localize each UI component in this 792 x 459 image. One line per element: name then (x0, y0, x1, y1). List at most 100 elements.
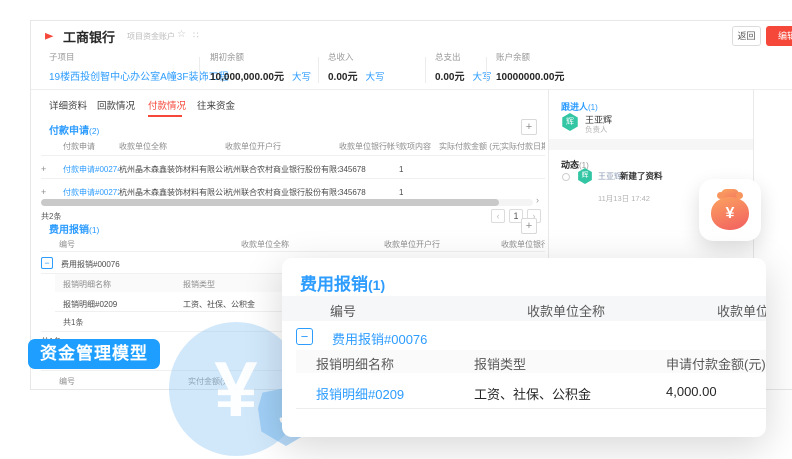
divider (31, 89, 792, 90)
cell-company: 杭州晶木森鑫装饰材料有限公司 (119, 164, 225, 175)
field-value: 10000000.00元 (496, 72, 564, 83)
field-label: 账户余额 (496, 51, 564, 63)
payment-record-link[interactable]: 付款申请#00272 (63, 188, 119, 197)
tab-funds[interactable]: 往来资金 (197, 98, 235, 112)
cell-expense-type: 工资、社保、公积金 (474, 384, 591, 403)
field-label: 总支出 (435, 51, 491, 63)
subproject-link[interactable]: 19楼西投创智中心办公室A幢3F装饰工程 (49, 72, 228, 83)
field-value: 0.00元 (328, 72, 357, 83)
fullscreen-icon[interactable]: ∷ (193, 30, 199, 41)
screenshot-stage: ▶ 工商银行 项目资金账户 ☆ ∷ 返回 编辑 子项目 19楼西投创智中心办公室… (0, 0, 792, 459)
cell-content: 1 (399, 188, 439, 197)
cell-account: 345678 (339, 165, 399, 174)
activity-user[interactable]: 王亚辉 (598, 171, 622, 182)
avatar[interactable]: 辉 (561, 113, 579, 131)
cell-account: 345678 (339, 188, 399, 197)
column-header: 报销类型 (474, 354, 526, 373)
column-header: 收款单位全称 (241, 239, 289, 250)
column-header: 实际付款日期 (501, 141, 545, 152)
money-bag-glyph: ¥ (711, 189, 749, 231)
scrollbar-thumb[interactable] (41, 199, 499, 206)
add-payment-button[interactable]: + (521, 119, 537, 135)
activity-action: 新建了资料 (620, 170, 663, 182)
collapse-row-icon[interactable]: − (41, 257, 53, 269)
caps-link[interactable]: 大写 (365, 72, 384, 83)
back-button[interactable]: 返回 (732, 26, 761, 46)
record-type-label: 项目资金账户 (127, 31, 175, 42)
cell-company: 杭州晶木森鑫装饰材料有限公司 (119, 187, 225, 198)
tab-receipts[interactable]: 回款情况 (97, 98, 135, 112)
edit-button[interactable]: 编辑 (766, 26, 792, 46)
activity-time: 11月13日 17:42 (598, 193, 650, 204)
horizontal-scrollbar[interactable] (41, 199, 533, 206)
field-value: 0.00元 (435, 72, 464, 83)
watermark-yen-icon: ¥ (214, 344, 257, 435)
field-label: 子项目 (49, 51, 228, 63)
collapse-row-icon[interactable]: − (296, 328, 313, 345)
record-count: 共1条 (63, 317, 83, 328)
page-title: 工商银行 (63, 27, 115, 46)
column-header: 编号 (59, 239, 75, 250)
field-label: 期初余额 (210, 51, 311, 63)
column-header: 申请付款金额(元) (666, 354, 766, 373)
divider (41, 178, 545, 179)
column-header: 实际付款金额 (元) (439, 141, 501, 152)
caps-link[interactable]: 大写 (472, 72, 491, 83)
divider (486, 57, 487, 83)
column-header: 款项内容 (399, 141, 439, 152)
field-total-income: 总收入 0.00元大写 (328, 51, 384, 85)
expense-detail-link[interactable]: 报销明细#0209 (316, 384, 404, 403)
expand-row-icon[interactable]: + (41, 187, 63, 197)
column-header: 收款单位开户行 (384, 239, 440, 250)
money-bag-icon[interactable]: ¥ (699, 179, 761, 241)
column-header: 收款单位银行帐号 (339, 141, 399, 152)
cell-content: 1 (399, 165, 439, 174)
payment-table-header: 付款申请 收款单位全称 收款单位开户行 收款单位银行帐号 款项内容 实际付款金额… (41, 135, 545, 157)
column-header: 报销明细名称 (63, 279, 111, 290)
prev-page-icon[interactable]: ‹ (491, 209, 505, 223)
field-value: 10,000,000.00元 (210, 72, 284, 83)
column-header: 编号 (330, 301, 356, 320)
field-subproject: 子项目 19楼西投创智中心办公室A幢3F装饰工程 (49, 51, 228, 85)
column-header: 付款申请 (63, 141, 119, 152)
expense-record-link[interactable]: 费用报销#00076 (332, 329, 427, 348)
panel-title: 费用报销(1) (300, 270, 385, 295)
add-expense-button[interactable]: + (521, 218, 537, 234)
field-total-expense: 总支出 0.00元大写 (435, 51, 491, 85)
tab-detail[interactable]: 详细资料 (49, 98, 87, 112)
divider (199, 57, 200, 83)
model-badge: 资金管理模型 (28, 339, 160, 369)
star-icon[interactable]: ☆ (177, 29, 186, 40)
column-header: 收款单位银行帐号 (501, 239, 545, 250)
field-opening-balance: 期初余额 10,000,000.00元大写 (210, 51, 311, 85)
cell-bank: 杭州联合农村商业银行股份有限公司半山支行 (225, 164, 339, 175)
cell-amount: 4,000.00 (666, 384, 717, 399)
column-header: 收款单位开户行 (717, 301, 766, 320)
column-header: 报销类型 (183, 279, 215, 290)
tab-payments[interactable]: 付款情况 (148, 98, 186, 112)
cell-bank: 杭州联合农村商业银行股份有限公司半山支行 (225, 187, 339, 198)
app-logo-icon: ▶ (45, 30, 53, 40)
follower-role: 负责人 (585, 124, 608, 135)
expand-row-icon[interactable]: + (41, 164, 63, 174)
clock-icon (562, 173, 570, 181)
table-row: + 付款申请#00274 杭州晶木森鑫装饰材料有限公司 杭州联合农村商业银行股份… (41, 158, 545, 180)
payment-record-link[interactable]: 付款申请#00274 (63, 165, 119, 174)
divider (41, 155, 545, 156)
divider (318, 57, 319, 83)
column-header: 收款单位开户行 (225, 141, 339, 152)
caps-link[interactable]: 大写 (292, 72, 311, 83)
expense-section-title: 费用报销(1) (49, 220, 99, 238)
divider (425, 57, 426, 83)
column-header: 收款单位全称 (527, 301, 605, 320)
divider (296, 408, 766, 409)
scroll-right-icon[interactable]: › (536, 195, 539, 205)
active-tab-underline (148, 115, 182, 117)
cell-expense-type: 工资、社保、公积金 (183, 299, 255, 310)
expense-zoom-panel: 费用报销(1) 编号 收款单位全称 收款单位开户行 − 费用报销#00076 报… (282, 258, 766, 437)
expense-record-link[interactable]: 费用报销#00076 (61, 259, 120, 270)
field-label: 总收入 (328, 51, 384, 63)
divider (41, 251, 545, 252)
expense-detail-link[interactable]: 报销明细#0209 (63, 299, 117, 310)
column-header: 编号 (59, 376, 75, 387)
